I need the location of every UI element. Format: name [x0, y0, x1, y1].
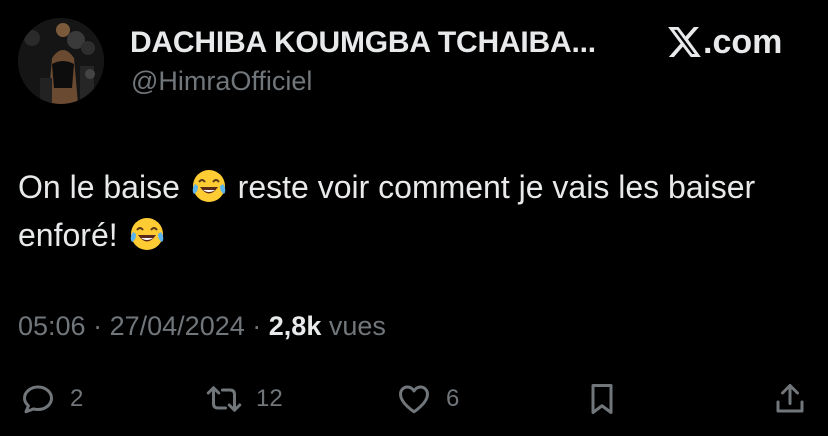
action-bar: 2 12 6: [0, 374, 828, 424]
share-button[interactable]: [772, 374, 808, 424]
like-count: 6: [446, 385, 460, 412]
x-brand: .com: [668, 22, 782, 62]
meta-separator: ·: [252, 311, 262, 341]
view-label: vues: [328, 311, 386, 341]
tweet-meta: 05:06 · 27/04/2024 · 2,8k vues: [18, 311, 386, 342]
repost-count: 12: [256, 385, 283, 412]
reply-count: 2: [70, 385, 84, 412]
face-with-tears-of-joy-icon: [192, 170, 226, 202]
author-display-name[interactable]: DACHIBA KOUMGBA TCHAIBA...: [130, 26, 596, 60]
tweet-date[interactable]: 27/04/2024: [110, 311, 245, 341]
author-handle[interactable]: @HimraOfficiel: [131, 66, 312, 97]
x-logo-icon: [668, 27, 701, 57]
face-with-tears-of-joy-icon: [130, 218, 163, 250]
tweet-text: On le baise reste voir comment je vais l…: [18, 163, 798, 259]
tweet-time[interactable]: 05:06: [18, 311, 86, 341]
reply-button[interactable]: 2: [20, 374, 83, 424]
avatar[interactable]: [18, 18, 104, 104]
repost-icon: [206, 386, 242, 412]
bookmark-icon: [591, 384, 613, 414]
bookmark-button[interactable]: [584, 374, 620, 424]
avatar-photo: [18, 18, 104, 104]
heart-icon: [399, 385, 429, 414]
share-icon: [776, 384, 804, 413]
tweet-text-part1: On le baise: [18, 169, 180, 205]
repost-button[interactable]: 12: [206, 374, 283, 424]
meta-separator: ·: [93, 311, 103, 341]
brand-domain: .com: [703, 22, 783, 61]
view-count: 2,8k: [268, 311, 322, 341]
reply-icon: [23, 385, 53, 414]
like-button[interactable]: 6: [396, 374, 459, 424]
